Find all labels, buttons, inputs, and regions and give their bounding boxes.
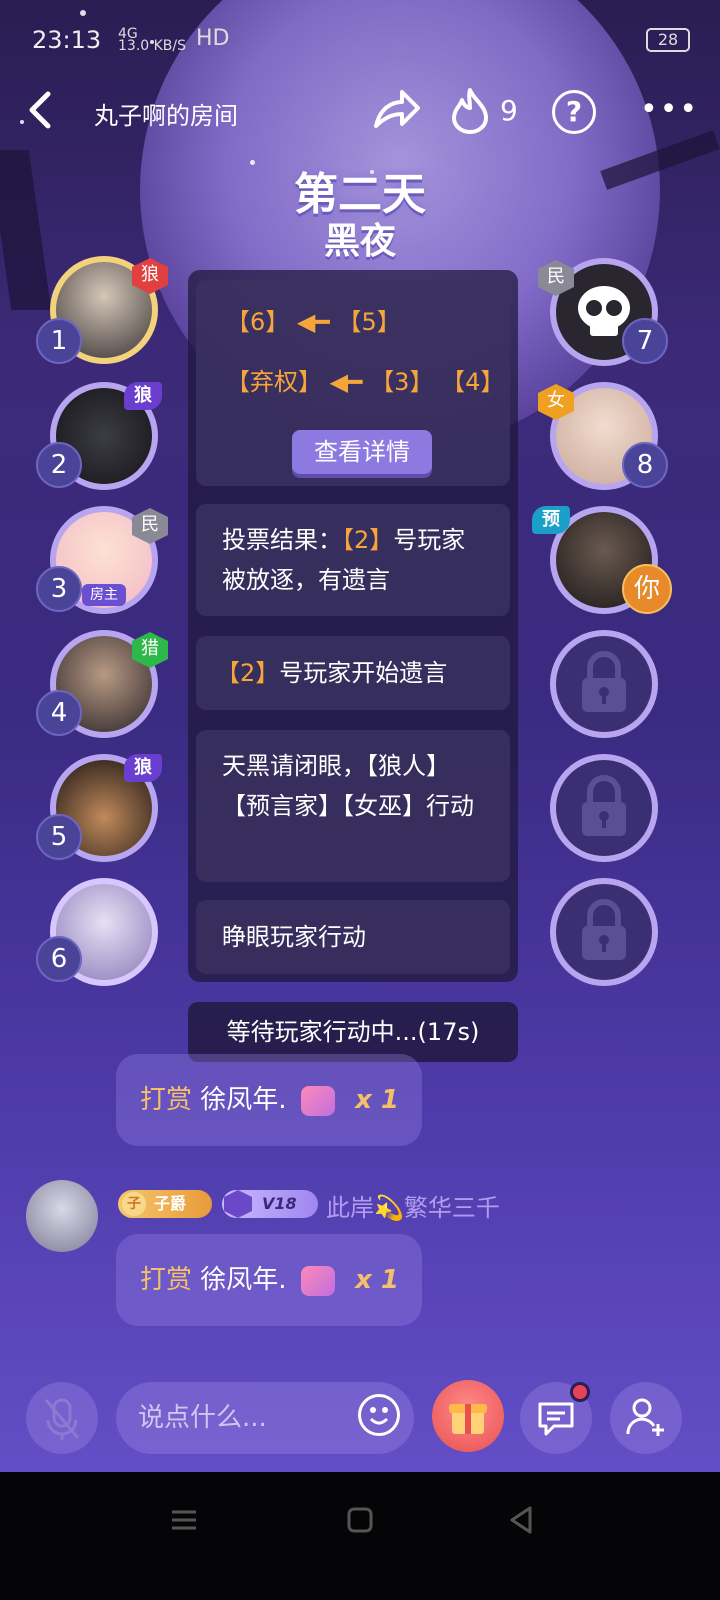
hot-count: 9 (500, 94, 518, 127)
gift-box-icon (449, 1404, 487, 1434)
chat-username[interactable]: 此岸💫繁华三千 (326, 1188, 500, 1223)
vip-level: V18 (262, 1194, 297, 1213)
menu-icon[interactable] (168, 1504, 200, 1536)
gift-action: 打赏 (140, 1265, 193, 1295)
network-speed: 13.0 KB/S (118, 38, 187, 54)
emoji-button[interactable] (358, 1394, 400, 1436)
result-prefix: 投票结果： (222, 526, 342, 554)
chevron-left-icon (29, 91, 51, 129)
smile-icon (369, 1407, 389, 1425)
role-badge-wolf: 狼 (124, 382, 162, 410)
lock-icon (582, 899, 626, 960)
view-details-button[interactable]: 查看详情 (292, 430, 432, 474)
noble-icon: 子 (122, 1192, 146, 1216)
last-words-text: 号玩家开始遗言 (279, 659, 448, 687)
vote-record-card: 【6】 ◀━ 【5】 【弃权】 ◀━ 【3】 【4】 查看详情 (196, 280, 510, 486)
add-friend-button[interactable] (610, 1382, 682, 1454)
mic-off-icon (44, 1398, 80, 1440)
last-words-card: 【2】号玩家开始遗言 (196, 636, 510, 710)
arrow-left-icon: ◀━ (329, 368, 363, 396)
vip-gem-icon (224, 1190, 252, 1218)
back-button[interactable] (20, 88, 64, 132)
back-triangle-icon[interactable] (506, 1504, 538, 1536)
night-phase-card: 天黑请闭眼，【狼人】【预言家】【女巫】行动 (196, 730, 510, 882)
waiting-status: 等待玩家行动中...(17s) (188, 1002, 518, 1062)
more-button[interactable]: ••• (640, 95, 697, 125)
vote-line: 【6】 ◀━ 【5】 (226, 302, 401, 342)
flame-icon (452, 88, 488, 134)
seat-number: 6 (36, 936, 82, 982)
status-time: 23:13 (32, 26, 102, 54)
vote-voter: 【5】 (337, 308, 401, 336)
room-title: 丸子啊的房间 (94, 102, 238, 130)
locked-seat[interactable] (550, 630, 658, 738)
gift-action: 打赏 (140, 1085, 193, 1115)
seat-number: 3 (36, 566, 82, 612)
role-badge-wolf: 狼 (124, 754, 162, 782)
hot-button[interactable] (450, 86, 490, 134)
seat-number: 2 (36, 442, 82, 488)
vote-voter: 【4】 (441, 368, 505, 396)
question-icon: ? (565, 95, 583, 128)
open-eyes-text: 睁眼玩家行动 (222, 923, 366, 951)
lock-icon (582, 775, 626, 836)
host-badge: 房主 (82, 584, 126, 606)
add-user-icon (626, 1398, 664, 1436)
vote-target: 【弃权】 (226, 368, 322, 396)
share-icon (374, 90, 420, 128)
vip-badge: V18 (222, 1190, 318, 1218)
night-phase-text: 天黑请闭眼，【狼人】【预言家】【女巫】行动 (222, 752, 474, 820)
gift-button[interactable] (432, 1380, 504, 1452)
game-log-panel[interactable]: 【6】 ◀━ 【5】 【弃权】 ◀━ 【3】 【4】 查看详情 投票结果：【2】… (188, 270, 518, 982)
seat-number: 8 (622, 442, 668, 488)
result-player: 【2】 (342, 526, 394, 554)
help-button[interactable]: ? (552, 90, 596, 134)
gift-count: x 1 (355, 1265, 399, 1295)
game-phase-title: 黑夜 (323, 221, 396, 262)
vote-voter: 【3】 (370, 368, 434, 396)
tree-silhouette (0, 150, 52, 310)
you-badge: 你 (622, 564, 672, 614)
gift-recipient: 徐凤年. (200, 1265, 287, 1295)
vote-result-card: 投票结果：【2】号玩家被放逐，有遗言 (196, 504, 510, 616)
vote-line: 【弃权】 ◀━ 【3】 【4】 (226, 362, 504, 402)
gift-message: 打赏 徐凤年. x 1 (116, 1054, 422, 1146)
seat-number: 4 (36, 690, 82, 736)
share-button[interactable] (372, 88, 420, 134)
noble-badge: 子 子爵 (118, 1190, 212, 1218)
arrow-left-icon: ◀━ (296, 308, 330, 336)
mic-toggle-button[interactable] (26, 1382, 98, 1454)
open-eyes-card: 睁眼玩家行动 (196, 900, 510, 974)
gift-recipient: 徐凤年. (200, 1085, 287, 1115)
star-decoration (250, 160, 255, 165)
hd-indicator: HD (196, 26, 230, 51)
noble-rank: 子爵 (154, 1194, 187, 1213)
locked-seat[interactable] (550, 878, 658, 986)
gift-icon (300, 1265, 335, 1296)
last-words-player: 【2】 (216, 659, 280, 687)
lock-icon (582, 651, 626, 712)
more-dots-icon: ••• (640, 92, 700, 127)
network-indicator: 4G 13.0 KB/S (118, 27, 187, 54)
notification-dot (570, 1382, 590, 1402)
seat-number: 1 (36, 318, 82, 364)
locked-seat[interactable] (550, 754, 658, 862)
chat-avatar[interactable] (26, 1180, 98, 1252)
battery-icon: 28 (646, 28, 690, 52)
role-badge-seer: 预 (532, 506, 570, 534)
seat-number: 7 (622, 318, 668, 364)
system-nav-bar (0, 1472, 720, 1600)
status-bar: 23:13 4G 13.0 KB/S HD 28 (0, 0, 720, 80)
gift-message: 打赏 徐凤年. x 1 (116, 1234, 422, 1326)
home-icon[interactable] (344, 1504, 376, 1536)
seat-number: 5 (36, 814, 82, 860)
gift-count: x 1 (355, 1085, 399, 1115)
vote-target: 【6】 (226, 308, 290, 336)
gift-icon (300, 1085, 335, 1116)
